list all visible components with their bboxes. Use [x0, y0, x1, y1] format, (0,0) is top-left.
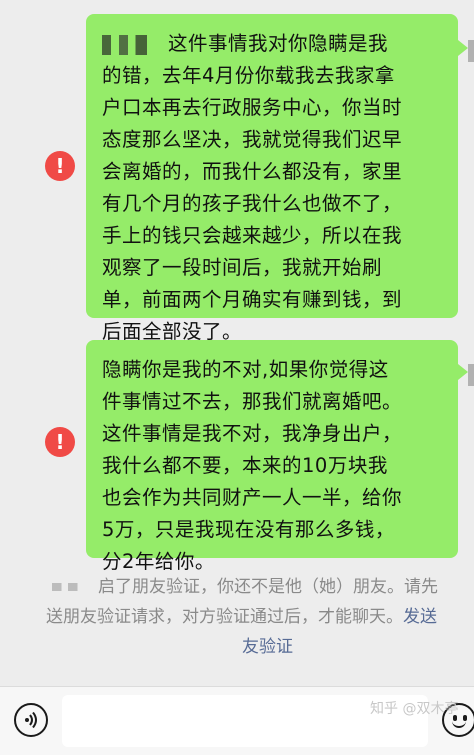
message-line-text: 件事情过不去，那我们就离婚吧。	[102, 390, 403, 413]
input-bar	[0, 686, 474, 755]
redacted-name	[102, 34, 158, 55]
message-line-text: 分2年给你。	[102, 550, 215, 573]
message-line-text: 手上的钱只会越来越少，所以在我	[102, 224, 403, 247]
system-notice-line: 启了朋友验证，你还不是他（她）朋友。请先	[0, 572, 474, 602]
message-line: 会离婚的，而我什么都没有，家里	[102, 156, 442, 188]
voice-icon[interactable]	[14, 703, 48, 737]
message-bubble[interactable]: 这件事情我对你隐瞒是我的错，去年4月份你载我去我家拿 户口本再去行政服务中心，你当…	[86, 14, 458, 343]
message-line: 的错，去年4月份你载我去我家拿	[102, 60, 442, 92]
edge-mark	[468, 364, 474, 386]
message-line: 手上的钱只会越来越少，所以在我	[102, 220, 442, 252]
message-line: 隐瞒你是我的不对,如果你觉得这	[102, 354, 442, 386]
message-line: 也会作为共同财产一人一半，给你	[102, 482, 442, 514]
message-line: 观察了一段时间后，我就开始刷	[102, 252, 442, 284]
message-line-text: 5万，只是我现在没有那么多钱，	[102, 518, 395, 541]
send-verification-link[interactable]: 发送	[403, 607, 437, 627]
voice-waves-icon	[25, 711, 37, 729]
message-line-text: 的错，去年4月份你载我去我家拿	[102, 64, 395, 87]
message-line: 户口本再去行政服务中心，你当时	[102, 92, 442, 124]
message-line-text: 会离婚的，而我什么都没有，家里	[102, 160, 403, 183]
send-failed-icon[interactable]: !	[45, 427, 75, 457]
message-line-text: 户口本再去行政服务中心，你当时	[102, 96, 403, 119]
message-line-text: 有几个月的孩子我什么也做不了，	[102, 192, 403, 215]
message-line: 这件事情我对你隐瞒是我	[102, 28, 442, 60]
message-line: 5万，只是我现在没有那么多钱，	[102, 514, 442, 546]
redacted-name	[52, 583, 84, 591]
message-line: 我什么都不要，本来的10万块我	[102, 450, 442, 482]
send-verification-link-cont[interactable]: 友验证	[242, 637, 293, 657]
message-line: 这件事情是我不对，我净身出户，	[102, 418, 442, 450]
message-line-text: 这件事情我对你隐瞒是我	[168, 32, 389, 55]
message-bubble[interactable]: 隐瞒你是我的不对,如果你觉得这 件事情过不去，那我们就离婚吧。 这件事情是我不对，我…	[86, 340, 458, 573]
message-line: 有几个月的孩子我什么也做不了，	[102, 188, 442, 220]
chat-area: ! 这件事情我对你隐瞒是我的错，去年4月份你载我去我家拿 户口本再去行政服务中心，…	[0, 0, 474, 686]
message-line: 件事情过不去，那我们就离婚吧。	[102, 386, 442, 418]
message-text: 隐瞒你是我的不对,如果你觉得这 件事情过不去，那我们就离婚吧。 这件事情是我不对，我…	[102, 354, 442, 578]
message-line-text: 隐瞒你是我的不对,如果你觉得这	[102, 358, 389, 381]
message-line-text: 这件事情是我不对，我净身出户，	[102, 422, 403, 445]
emoji-mouth	[452, 720, 466, 728]
message-line-text: 态度那么坚决，我就觉得我们迟早	[102, 128, 403, 151]
system-notice-line: 友验证	[0, 632, 474, 662]
bubble-tail	[458, 364, 468, 380]
edge-mark	[468, 40, 474, 62]
message-line: 态度那么坚决，我就觉得我们迟早	[102, 124, 442, 156]
message-line-text: 我什么都不要，本来的10万块我	[102, 454, 388, 477]
send-failed-icon[interactable]: !	[45, 151, 75, 181]
bubble-tail	[458, 40, 468, 56]
message-line-text: 单，前面两个月确实有赚到钱，到	[102, 288, 403, 311]
watermark: 知乎 @双木亭	[370, 701, 459, 717]
message-line-text: 也会作为共同财产一人一半，给你	[102, 486, 403, 509]
message-text: 这件事情我对你隐瞒是我的错，去年4月份你载我去我家拿 户口本再去行政服务中心，你当…	[102, 28, 442, 348]
message-line-text: 观察了一段时间后，我就开始刷	[102, 256, 383, 279]
system-notice: 启了朋友验证，你还不是他（她）朋友。请先 送朋友验证请求，对方验证通过后，才能聊…	[0, 572, 474, 662]
message-line: 单，前面两个月确实有赚到钱，到	[102, 284, 442, 316]
system-notice-line: 送朋友验证请求，对方验证通过后，才能聊天。发送	[46, 607, 437, 627]
